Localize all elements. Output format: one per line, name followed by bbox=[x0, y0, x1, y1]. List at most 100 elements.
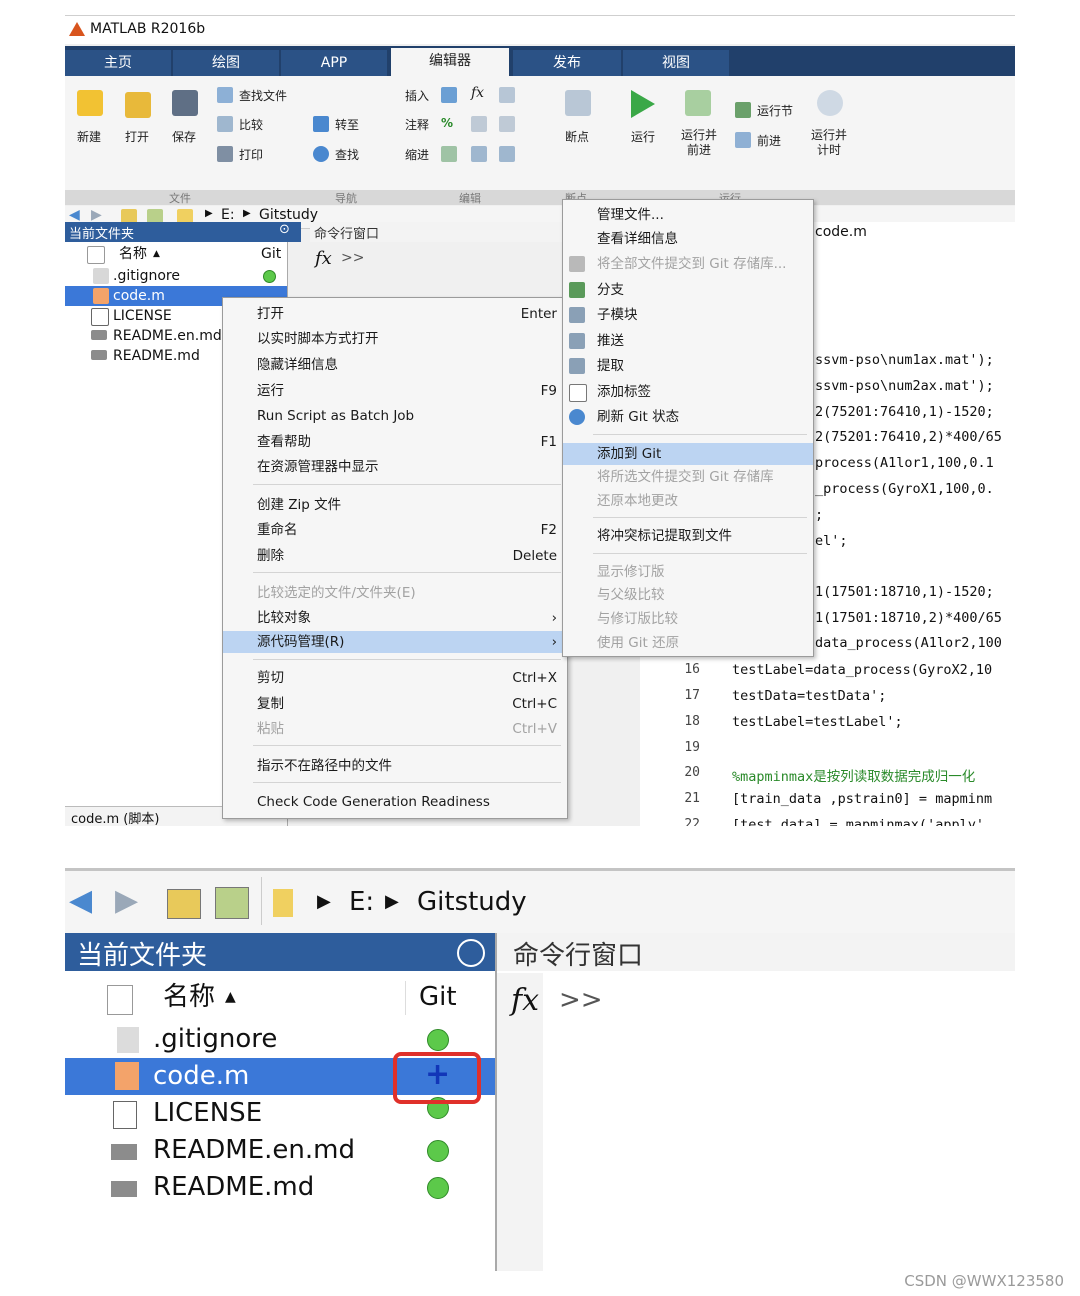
command-prompt[interactable]: >> bbox=[559, 985, 603, 1015]
search-icon bbox=[313, 146, 329, 162]
decrease-indent-icon[interactable] bbox=[499, 146, 515, 162]
column-name-header[interactable]: 名称 bbox=[119, 244, 147, 264]
fx-icon[interactable]: fx bbox=[471, 85, 484, 101]
percent-icon[interactable]: % bbox=[441, 116, 453, 130]
find-files-button[interactable]: 查找文件 bbox=[239, 87, 287, 104]
submenu-manage-files[interactable]: 管理文件... bbox=[563, 204, 813, 226]
command-prompt[interactable]: >> bbox=[341, 250, 364, 266]
menu-item-show-in-explorer[interactable]: 在资源管理器中显示 bbox=[223, 456, 567, 478]
tab-plots[interactable]: 绘图 bbox=[173, 50, 279, 76]
file-row-gitignore[interactable]: .gitignore bbox=[65, 266, 287, 286]
path-folder[interactable]: Gitstudy bbox=[417, 887, 527, 917]
menu-separator bbox=[253, 659, 561, 660]
path-folder[interactable]: Gitstudy bbox=[259, 207, 318, 223]
menu-item-compare-against[interactable]: 比较对象 › bbox=[223, 607, 567, 629]
tab-home[interactable]: 主页 bbox=[65, 50, 171, 76]
column-git-header[interactable]: Git bbox=[261, 244, 281, 264]
tab-view[interactable]: 视图 bbox=[623, 50, 729, 76]
editor-tab[interactable]: code.m bbox=[815, 224, 867, 240]
menu-item-open-live-script[interactable]: 以实时脚本方式打开 bbox=[223, 328, 567, 350]
run-time-button[interactable]: 运行并 计时 bbox=[811, 128, 847, 158]
menu-shortcut: Ctrl+X bbox=[512, 670, 557, 686]
submenu-fetch[interactable]: 提取 bbox=[563, 355, 813, 377]
menu-item-delete[interactable]: 删除 Delete bbox=[223, 545, 567, 567]
submenu-extract-conflict[interactable]: 将冲突标记提取到文件 bbox=[563, 525, 813, 547]
submenu-submodules[interactable]: 子模块 bbox=[563, 304, 813, 326]
code-fragment: process(A1lor1,100,0.1 bbox=[815, 455, 994, 471]
menu-item-hide-details[interactable]: 隐藏详细信息 bbox=[223, 354, 567, 376]
file-row-readme[interactable]: README.md bbox=[65, 1169, 495, 1206]
column-name-header[interactable]: 名称 bbox=[163, 979, 215, 1016]
menu-item-open[interactable]: 打开 Enter bbox=[223, 303, 567, 325]
breakpoint-button[interactable]: 断点 bbox=[565, 128, 589, 145]
menu-item-cut[interactable]: 剪切 Ctrl+X bbox=[223, 667, 567, 689]
insert-text-icon[interactable] bbox=[441, 87, 457, 103]
run-advance-button[interactable]: 运行并 前进 bbox=[681, 128, 717, 158]
menu-item-check-codegen[interactable]: Check Code Generation Readiness bbox=[223, 791, 567, 813]
menu-item-run[interactable]: 运行 F9 bbox=[223, 380, 567, 402]
increase-indent-icon[interactable] bbox=[471, 146, 487, 162]
submenu-branches[interactable]: 分支 bbox=[563, 279, 813, 301]
menu-item-help[interactable]: 查看帮助 F1 bbox=[223, 431, 567, 453]
up-folder-icon[interactable] bbox=[167, 889, 201, 919]
uncomment-icon[interactable] bbox=[499, 116, 515, 132]
command-window[interactable]: 命令行窗口 fx >> bbox=[497, 933, 1015, 1271]
menu-item-indicate-not-on-path[interactable]: 指示不在路径中的文件 bbox=[223, 755, 567, 777]
save-icon[interactable] bbox=[172, 90, 198, 116]
fx-icon[interactable]: fx bbox=[315, 248, 332, 269]
menu-item-batch-job[interactable]: Run Script as Batch Job bbox=[223, 405, 567, 427]
run-section-button[interactable]: 运行节 bbox=[757, 102, 793, 119]
submenu-add-to-git[interactable]: 添加到 Git bbox=[563, 443, 813, 465]
comment-button[interactable]: 注释 bbox=[405, 116, 429, 133]
run-icon[interactable] bbox=[631, 90, 655, 118]
comment-toggle-icon[interactable] bbox=[471, 116, 487, 132]
print-button[interactable]: 打印 bbox=[239, 146, 263, 163]
column-git-header[interactable]: Git bbox=[419, 979, 457, 1016]
run-time-icon[interactable] bbox=[817, 90, 843, 116]
new-button[interactable]: 新建 bbox=[77, 128, 101, 145]
compare-button[interactable]: 比较 bbox=[239, 116, 263, 133]
submenu-refresh-git[interactable]: 刷新 Git 状态 bbox=[563, 406, 813, 428]
path-separator-icon: ▶ bbox=[385, 891, 399, 912]
back-arrow-icon[interactable]: ◀ bbox=[69, 883, 92, 918]
file-name: README.md bbox=[153, 1172, 315, 1202]
goto-button[interactable]: 转至 bbox=[335, 116, 359, 133]
breakpoint-icon[interactable] bbox=[565, 90, 591, 116]
new-icon[interactable] bbox=[77, 90, 103, 116]
tab-apps[interactable]: APP bbox=[281, 50, 387, 76]
smart-indent-icon[interactable] bbox=[441, 146, 457, 162]
forward-arrow-icon[interactable]: ▶ bbox=[115, 883, 138, 918]
find-button[interactable]: 查找 bbox=[335, 146, 359, 163]
file-row-readme-en[interactable]: README.en.md bbox=[65, 1132, 495, 1169]
run-advance-icon[interactable] bbox=[685, 90, 711, 116]
insert-function-icon[interactable] bbox=[499, 87, 515, 103]
path-drive[interactable]: E: bbox=[349, 887, 374, 917]
panel-menu-icon[interactable]: ⊙ bbox=[279, 222, 290, 237]
tab-editor[interactable]: 编辑器 bbox=[391, 48, 509, 76]
panel-menu-icon[interactable] bbox=[457, 939, 485, 967]
menu-item-copy[interactable]: 复制 Ctrl+C bbox=[223, 693, 567, 715]
menu-shortcut: Ctrl+C bbox=[512, 696, 557, 712]
indent-button[interactable]: 缩进 bbox=[405, 146, 429, 163]
advance-button[interactable]: 前进 bbox=[757, 132, 781, 149]
submenu-arrow-icon: › bbox=[551, 634, 557, 650]
open-folder-icon[interactable] bbox=[125, 92, 151, 118]
forward-arrow-icon[interactable]: ▶ bbox=[91, 207, 102, 223]
browse-folder-icon[interactable] bbox=[215, 887, 249, 919]
back-arrow-icon[interactable]: ◀ bbox=[69, 207, 80, 223]
menu-item-rename[interactable]: 重命名 F2 bbox=[223, 519, 567, 541]
tab-publish[interactable]: 发布 bbox=[513, 50, 621, 76]
menu-item-create-zip[interactable]: 创建 Zip 文件 bbox=[223, 494, 567, 516]
submenu-view-details[interactable]: 查看详细信息 bbox=[563, 228, 813, 250]
menu-item-source-control[interactable]: 源代码管理(R) › bbox=[223, 631, 567, 653]
path-drive[interactable]: E: bbox=[221, 207, 235, 223]
compare-icon bbox=[217, 116, 233, 132]
insert-button[interactable]: 插入 bbox=[405, 87, 429, 104]
open-button[interactable]: 打开 bbox=[125, 128, 149, 145]
run-button[interactable]: 运行 bbox=[631, 128, 655, 145]
matlab-logo-icon bbox=[69, 22, 85, 36]
fx-icon[interactable]: fx bbox=[511, 983, 539, 1018]
save-button[interactable]: 保存 bbox=[172, 128, 196, 145]
submenu-add-tag[interactable]: 添加标签 bbox=[563, 381, 813, 403]
submenu-push[interactable]: 推送 bbox=[563, 330, 813, 352]
